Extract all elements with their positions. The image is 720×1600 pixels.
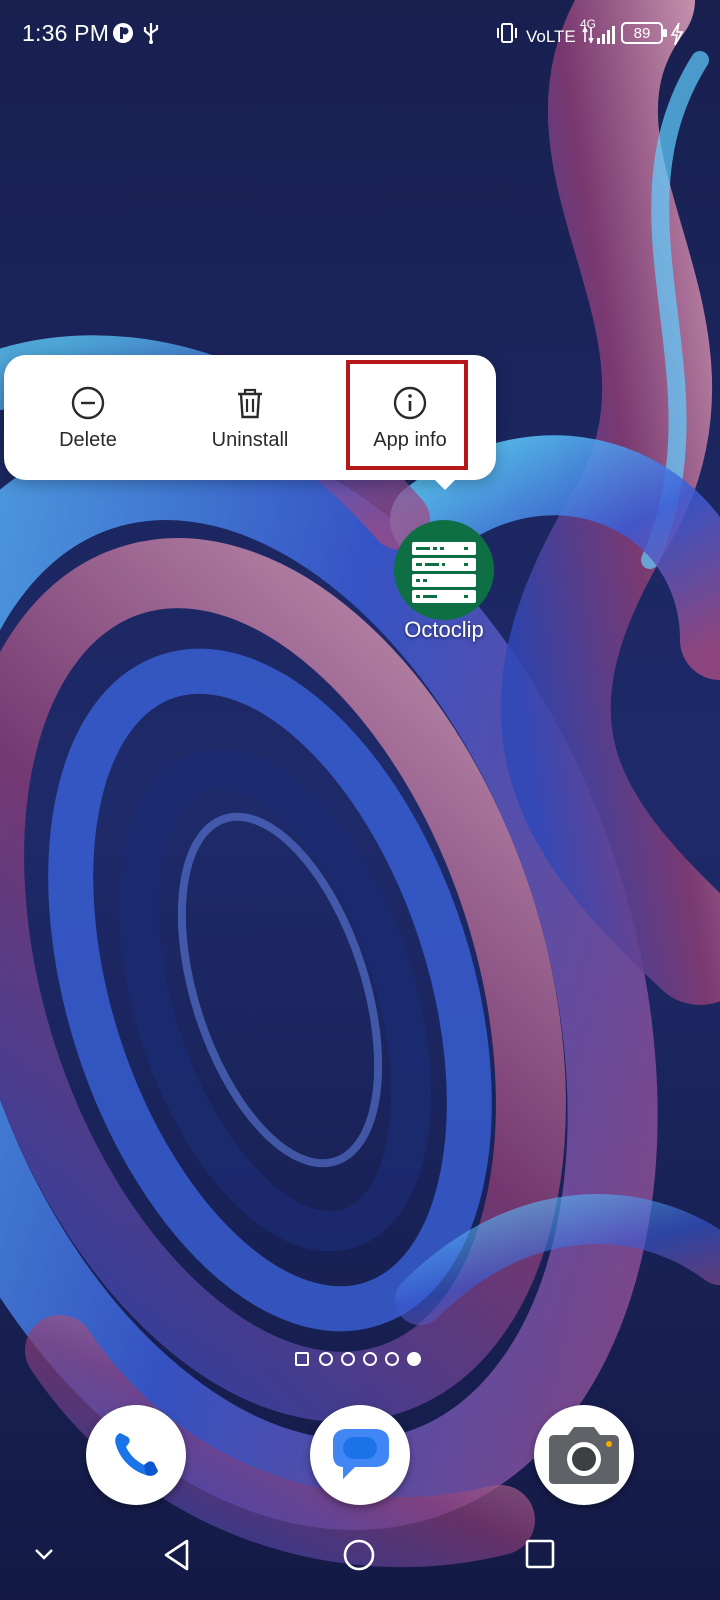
signal-icon — [582, 22, 616, 52]
recents-icon[interactable] — [524, 1538, 556, 1575]
server-list-icon — [412, 542, 476, 603]
charging-icon — [670, 22, 684, 52]
minus-circle-icon — [71, 386, 105, 420]
usb-icon — [141, 21, 161, 51]
chat-bubble-icon — [333, 1429, 389, 1479]
network-label: VoLTE — [526, 27, 576, 46]
delete-label: Delete — [59, 429, 117, 451]
phone-app-icon[interactable] — [86, 1405, 186, 1505]
status-time: 1:36 PM — [22, 20, 110, 46]
phone-icon — [115, 1433, 158, 1476]
page-dot — [363, 1352, 377, 1366]
page-dot — [341, 1352, 355, 1366]
status-bar: 1:36 PM VoLTE 4G 89 — [0, 0, 720, 68]
navigation-bar — [0, 1520, 720, 1600]
battery-level: 89 — [633, 25, 651, 42]
uninstall-action[interactable]: Uninstall — [170, 355, 330, 480]
page-dot — [385, 1352, 399, 1366]
page-indicator-square — [295, 1352, 309, 1366]
camera-icon — [549, 1427, 619, 1484]
popup-pointer — [433, 478, 457, 490]
page-dot-active — [407, 1352, 421, 1366]
uninstall-label: Uninstall — [211, 429, 289, 451]
octoclip-app-icon[interactable] — [394, 520, 494, 620]
camera-app-icon[interactable] — [534, 1405, 634, 1505]
octoclip-app-label: Octoclip — [404, 617, 484, 642]
highlight-box — [346, 360, 468, 470]
delete-action[interactable]: Delete — [8, 355, 168, 480]
messages-app-icon[interactable] — [310, 1405, 410, 1505]
app-notification-icon — [112, 22, 134, 50]
wallpaper — [0, 0, 720, 1600]
vibrate-icon — [495, 21, 519, 51]
collapse-chevron-icon[interactable] — [32, 1546, 56, 1567]
home-icon[interactable] — [342, 1538, 376, 1577]
page-dot — [319, 1352, 333, 1366]
trash-icon — [238, 388, 262, 419]
back-icon[interactable] — [162, 1538, 192, 1577]
